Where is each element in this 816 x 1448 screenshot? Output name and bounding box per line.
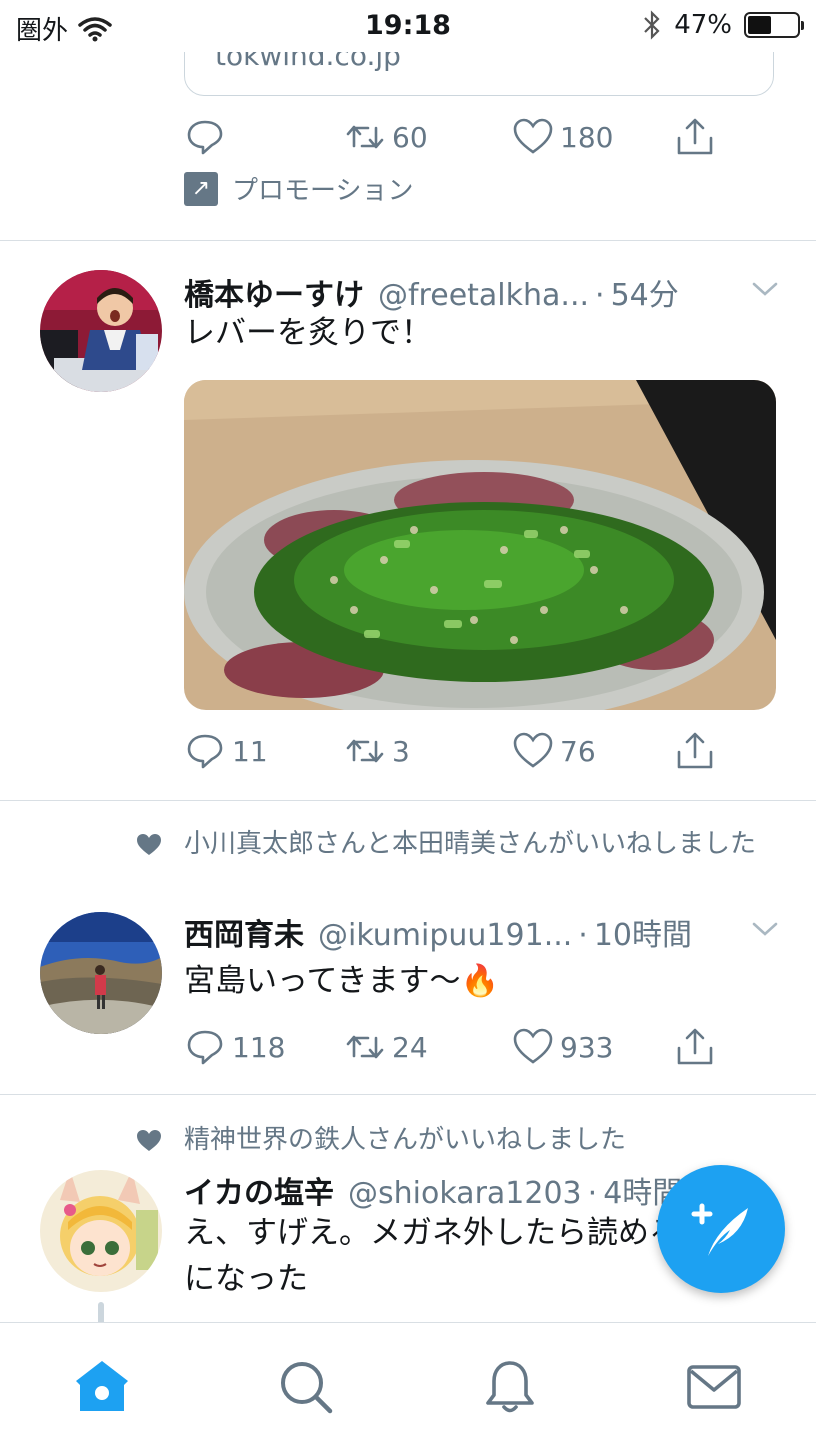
reply-count: 118 [232,1030,286,1064]
like-count: 933 [560,1030,614,1064]
separator-dot: · [578,918,588,953]
compose-icon [691,1203,748,1256]
username[interactable]: @shiokara1203 [348,1176,582,1211]
promo-tweet-actions: 60 180 [184,116,744,164]
reply-icon [187,120,223,155]
divider [0,1094,816,1095]
share-button[interactable] [674,730,716,772]
retweet-count: 3 [392,734,410,768]
thread-line [98,1302,104,1322]
retweet-icon [346,739,384,763]
compose-button[interactable] [657,1165,785,1293]
like-button[interactable]: 933 [512,1026,613,1068]
bluetooth-icon [644,10,660,40]
tweet-header: 西岡育未 @ikumipuu191... · 10時間 [184,910,784,954]
share-icon [677,732,713,769]
retweet-count: 24 [392,1030,428,1064]
username[interactable]: @ikumipuu191... [318,918,572,953]
retweet-count: 60 [392,120,428,154]
reply-button[interactable]: 11 [184,730,268,772]
tweet-actions: 11 3 76 [184,730,744,778]
share-button[interactable] [674,116,716,158]
photo-image [184,380,776,710]
tweet-text: レバーを炙りで！ [184,315,432,351]
reply-icon [187,1030,223,1065]
avatar-image [40,270,162,392]
share-icon [677,118,713,155]
promoted-icon: ↗ [184,171,218,206]
chevron-down-icon[interactable] [750,914,780,944]
social-context[interactable]: 精神世界の鉄人さんがいいねしました [136,1122,776,1158]
avatar[interactable] [40,912,162,1034]
tweet-text: 宮島いってきます〜🔥 [184,963,500,999]
reply-button[interactable]: 118 [184,1026,285,1068]
separator-dot: · [595,278,605,313]
divider [0,240,816,241]
username[interactable]: @freetalkha... [378,278,589,313]
reply-count: 11 [232,734,268,768]
battery-fill [748,16,771,34]
heart-icon [137,834,161,855]
display-name[interactable]: 橋本ゆーすけ [184,270,364,314]
retweet-button[interactable]: 3 [344,730,410,772]
liked-by-text: 小川真太郎さんと本田晴美さんがいいねしました [184,829,757,859]
promotion-text: プロモーション [232,176,414,206]
reply-button[interactable] [184,116,226,158]
like-icon [513,118,553,154]
like-button[interactable]: 76 [512,730,596,772]
avatar-image [40,1170,162,1292]
tweet-actions: 118 24 933 [184,1026,744,1074]
timestamp[interactable]: 10時間 [594,910,692,954]
divider [0,800,816,801]
avatar[interactable] [40,1170,162,1292]
display-name[interactable]: 西岡育未 [184,910,304,954]
reply-icon [187,734,223,769]
timestamp[interactable]: 54分 [611,270,679,314]
notifications-icon[interactable] [480,1357,540,1417]
timeline[interactable]: tokwind.co.jp 60 180 ↗ プロモーション 橋本ゆーすけ @f… [0,52,816,1322]
like-count: 76 [560,734,596,768]
share-icon [677,1028,713,1065]
battery-percent: 47% [674,10,732,40]
like-count: 180 [560,120,614,154]
avatar[interactable] [40,270,162,392]
search-icon[interactable] [276,1357,336,1417]
tweet-header: 橋本ゆーすけ @freetalkha... · 54分 [184,270,784,314]
battery-icon [744,12,804,38]
promoted-label[interactable]: ↗ プロモーション [184,170,413,207]
separator-dot: · [587,1176,598,1211]
like-icon [513,732,553,768]
home-icon[interactable] [72,1357,132,1417]
retweet-icon [346,125,384,149]
retweet-button[interactable]: 24 [344,1026,428,1068]
display-name[interactable]: イカの塩辛 [184,1168,334,1212]
status-bar: 圏外 19:18 47% [0,0,816,52]
link-card-domain: tokwind.co.jp [215,52,401,72]
heart-icon [137,1130,161,1151]
tab-bar [0,1322,816,1448]
like-button[interactable]: 180 [512,116,613,158]
link-card[interactable]: tokwind.co.jp [184,52,774,96]
share-button[interactable] [674,1026,716,1068]
retweet-icon [346,1035,384,1059]
social-context[interactable]: 小川真太郎さんと本田晴美さんがいいねしました [136,826,776,862]
tweet-photo[interactable] [184,380,776,710]
like-icon [513,1028,553,1064]
chevron-down-icon[interactable] [750,274,780,304]
liked-by-text: 精神世界の鉄人さんがいいねしました [184,1125,627,1155]
messages-icon[interactable] [684,1357,744,1417]
retweet-button[interactable]: 60 [344,116,428,158]
avatar-image [40,912,162,1034]
